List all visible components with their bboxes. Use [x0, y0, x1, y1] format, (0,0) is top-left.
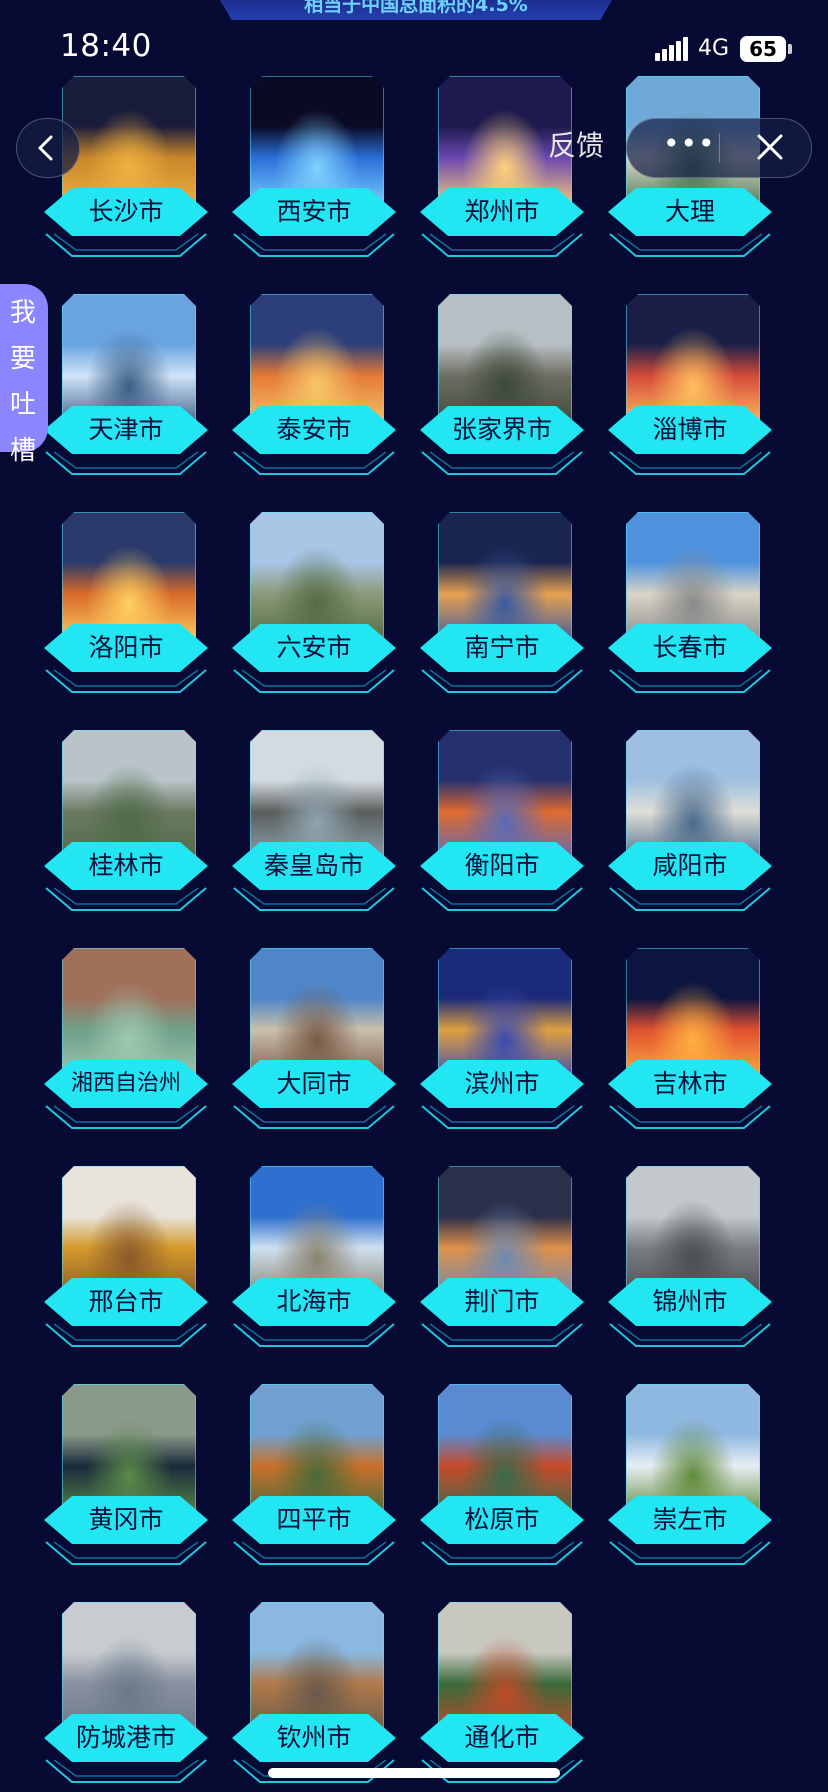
city-card[interactable]: 泰安市: [232, 294, 396, 476]
city-name: 邢台市: [88, 1287, 164, 1316]
city-name: 钦州市: [276, 1723, 352, 1752]
city-name: 咸阳市: [652, 851, 728, 880]
city-name: 淄博市: [652, 415, 728, 444]
city-card[interactable]: 大同市: [232, 948, 396, 1130]
city-name: 西安市: [276, 197, 352, 226]
city-card[interactable]: 北海市: [232, 1166, 396, 1348]
city-name: 防城港市: [75, 1723, 176, 1752]
city-name: 长春市: [652, 633, 728, 662]
city-name: 秦皇岛市: [263, 851, 364, 880]
city-card[interactable]: 洛阳市: [44, 512, 208, 694]
back-button[interactable]: [16, 118, 80, 178]
city-card[interactable]: 滨州市: [420, 948, 584, 1130]
city-grid: 长沙市 西安市 郑州市 大理天津市 泰安市 张家界市 淄博市洛阳市 六安市 南宁市 长春市桂林市 秦…: [0, 0, 828, 1792]
city-name: 衡阳市: [464, 851, 540, 880]
city-name: 郑州市: [464, 197, 540, 226]
chevron-left-icon: [38, 135, 53, 161]
complaint-side-tab[interactable]: 我 要 吐 槽: [0, 284, 48, 466]
city-card[interactable]: 钦州市: [232, 1602, 396, 1784]
city-card[interactable]: 锦州市: [608, 1166, 772, 1348]
side-tab-char: 我: [9, 298, 36, 328]
capsule-divider: [719, 133, 720, 163]
city-card[interactable]: 邢台市: [44, 1166, 208, 1348]
city-card[interactable]: 黄冈市: [44, 1384, 208, 1566]
city-card[interactable]: 崇左市: [608, 1384, 772, 1566]
city-name: 北海市: [276, 1287, 352, 1316]
city-name: 天津市: [88, 415, 164, 444]
city-name: 滨州市: [464, 1069, 540, 1098]
city-card[interactable]: 咸阳市: [608, 730, 772, 912]
city-card[interactable]: 荆门市: [420, 1166, 584, 1348]
side-tab-char: 槽: [9, 436, 36, 466]
city-card[interactable]: 吉林市: [608, 948, 772, 1130]
city-name: 锦州市: [652, 1287, 728, 1316]
city-name: 张家界市: [451, 415, 552, 444]
city-card[interactable]: 通化市: [420, 1602, 584, 1784]
city-card[interactable]: 天津市: [44, 294, 208, 476]
city-name: 荆门市: [464, 1287, 540, 1316]
city-name: 泰安市: [276, 415, 352, 444]
mini-program-capsule: •••: [626, 118, 812, 178]
city-name: 黄冈市: [88, 1505, 164, 1534]
city-name: 通化市: [464, 1723, 540, 1752]
city-card[interactable]: 湘西自治州: [44, 948, 208, 1130]
city-name: 长沙市: [88, 197, 164, 226]
city-name: 桂林市: [88, 851, 164, 880]
city-name: 湘西自治州: [70, 1071, 181, 1096]
close-icon[interactable]: [755, 132, 785, 162]
city-card[interactable]: 淄博市: [608, 294, 772, 476]
city-card[interactable]: 松原市: [420, 1384, 584, 1566]
city-card[interactable]: 衡阳市: [420, 730, 584, 912]
city-card[interactable]: 防城港市: [44, 1602, 208, 1784]
city-card[interactable]: 六安市: [232, 512, 396, 694]
city-card[interactable]: 南宁市: [420, 512, 584, 694]
city-card[interactable]: 张家界市: [420, 294, 584, 476]
city-name: 松原市: [464, 1505, 540, 1534]
city-card[interactable]: 郑州市: [420, 76, 584, 258]
side-tab-char: 要: [9, 344, 36, 374]
city-name: 南宁市: [464, 633, 540, 662]
home-indicator: [268, 1768, 560, 1778]
city-name: 大同市: [276, 1069, 352, 1098]
city-card[interactable]: 秦皇岛市: [232, 730, 396, 912]
city-name: 崇左市: [652, 1505, 728, 1534]
side-tab-char: 吐: [9, 390, 36, 420]
city-name: 四平市: [276, 1505, 352, 1534]
feedback-button[interactable]: 反馈: [548, 124, 604, 164]
more-button[interactable]: •••: [663, 127, 716, 160]
city-card[interactable]: 四平市: [232, 1384, 396, 1566]
city-card[interactable]: 长春市: [608, 512, 772, 694]
city-card[interactable]: 西安市: [232, 76, 396, 258]
city-name: 大理: [664, 197, 715, 226]
city-card[interactable]: 桂林市: [44, 730, 208, 912]
city-name: 洛阳市: [88, 633, 164, 662]
city-name: 六安市: [276, 633, 352, 662]
city-name: 吉林市: [652, 1069, 728, 1098]
